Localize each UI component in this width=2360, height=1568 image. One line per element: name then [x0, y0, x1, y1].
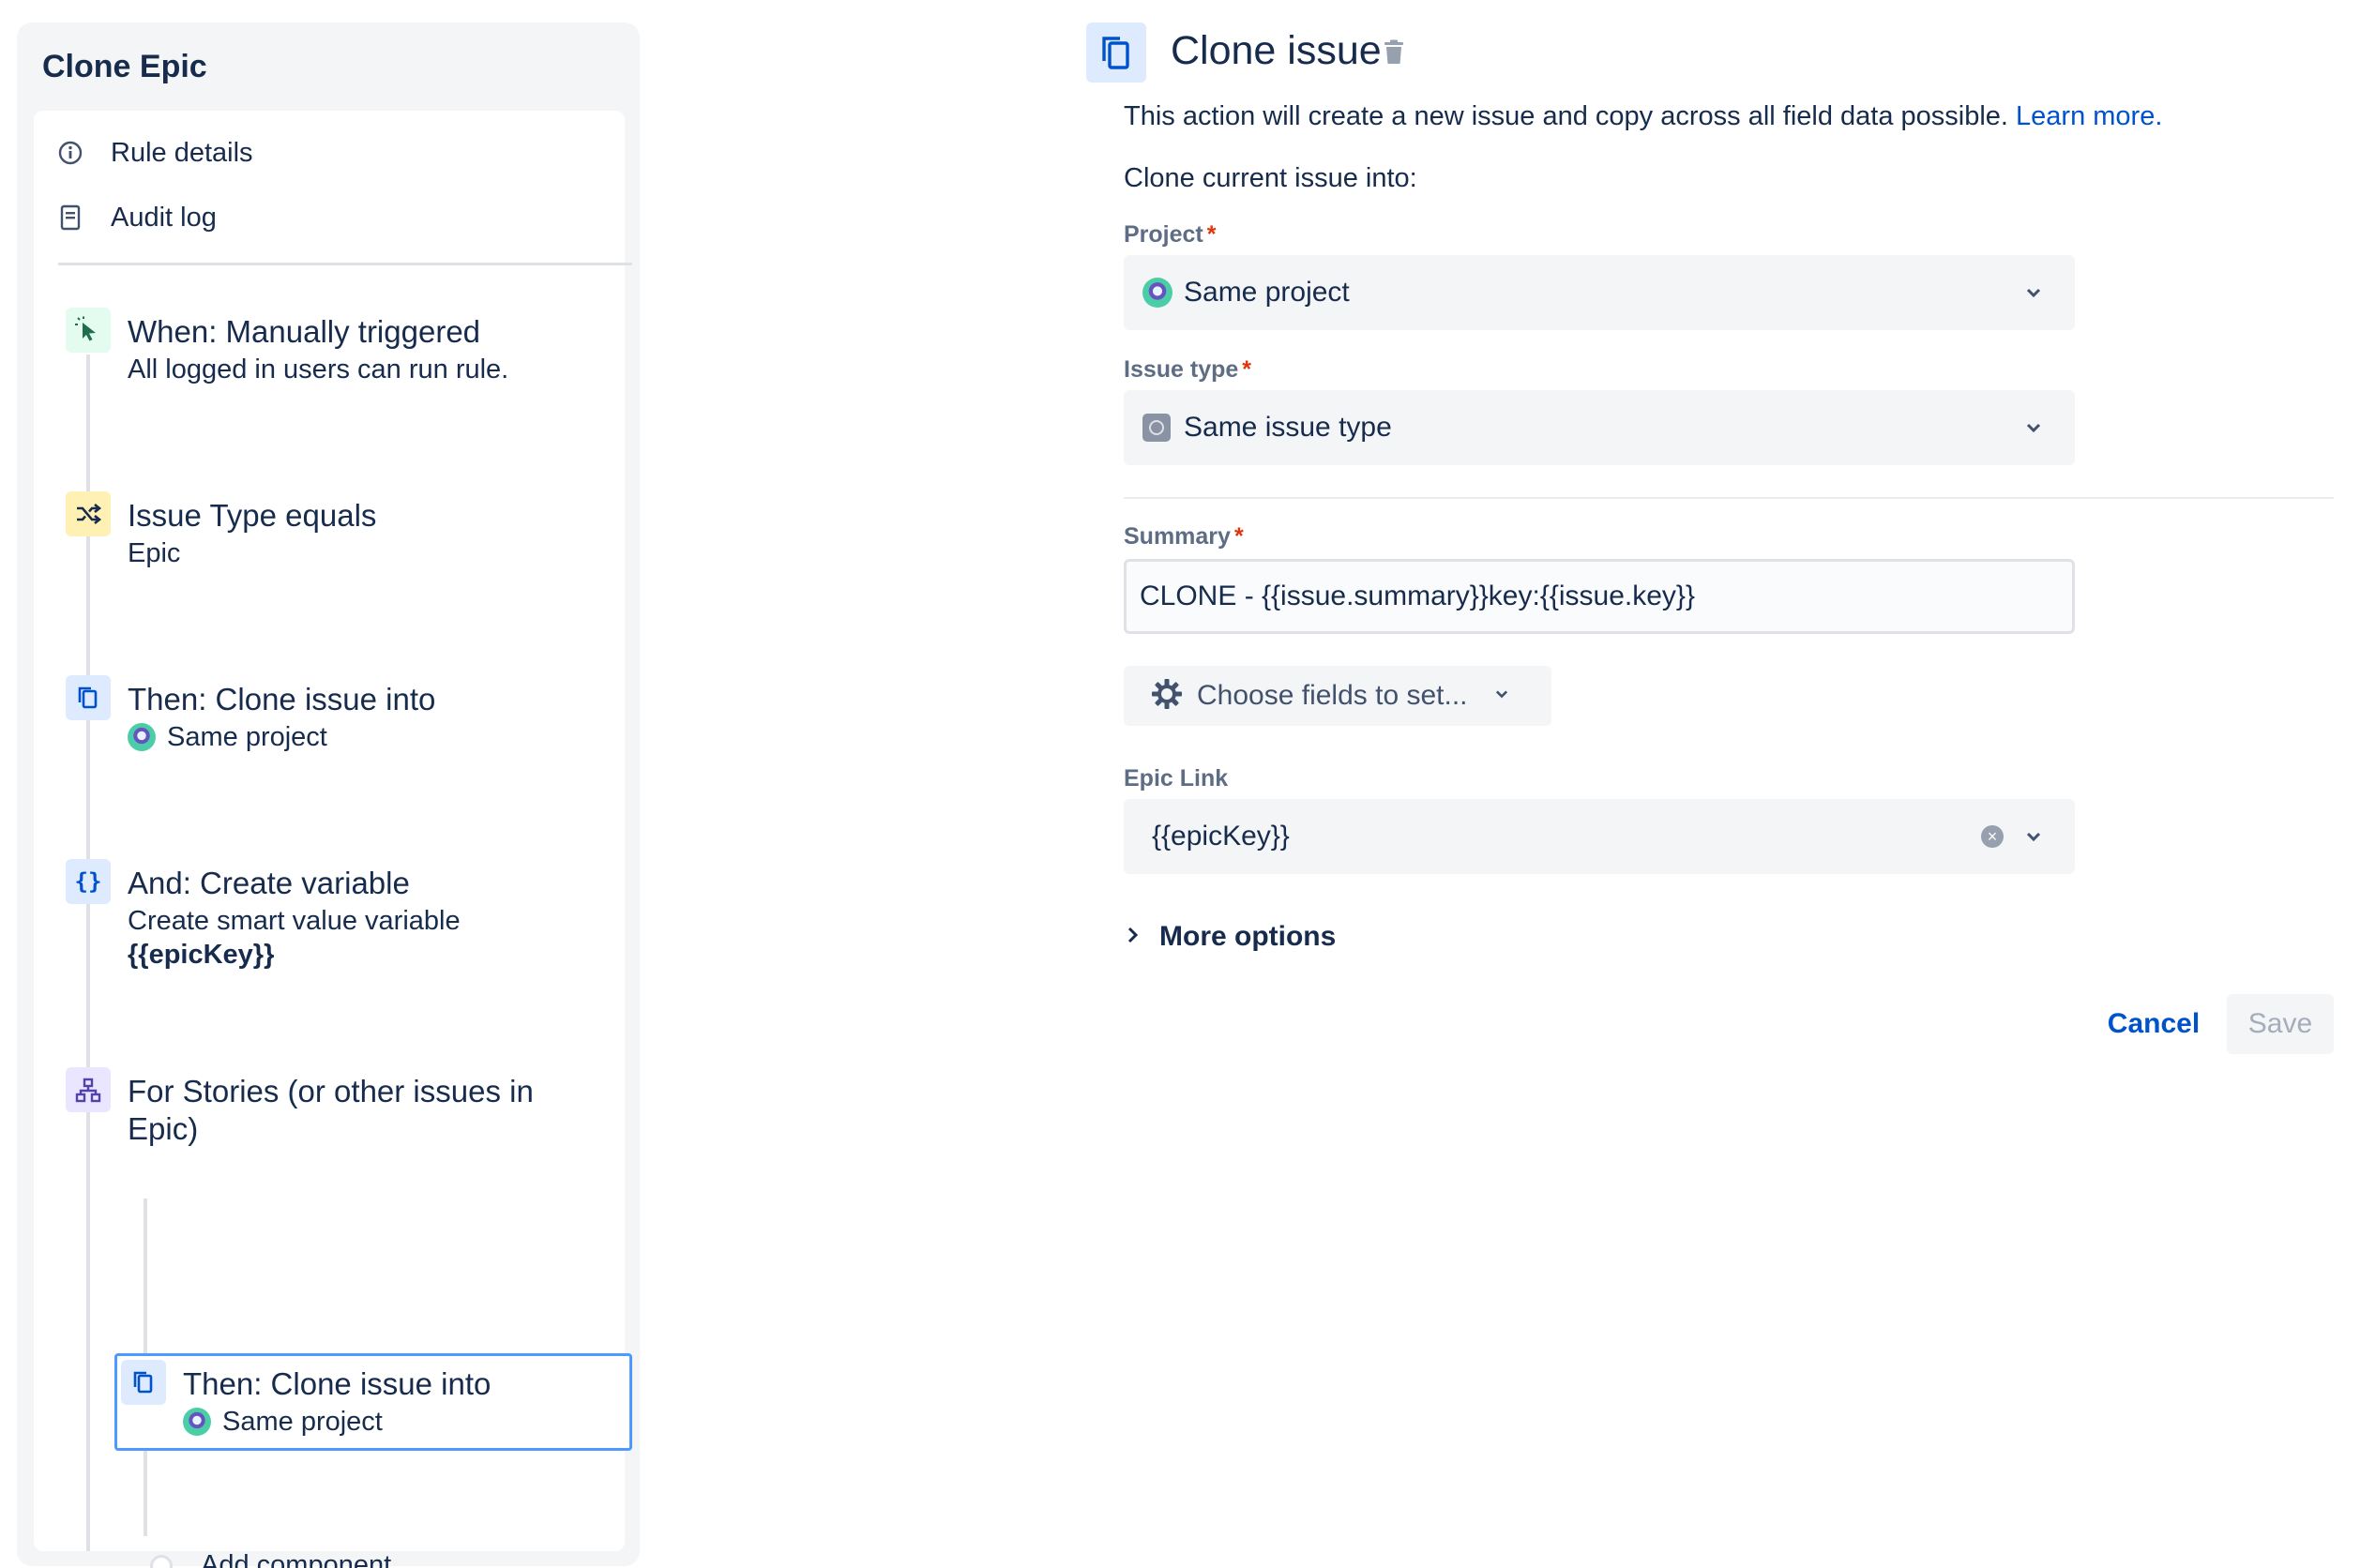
add-component-dot-icon: [150, 1554, 173, 1568]
summary-label-text: Summary: [1124, 523, 1231, 550]
chevron-down-icon: [2020, 823, 2047, 854]
project-avatar: [1142, 278, 1172, 308]
clear-icon[interactable]: ×: [1981, 825, 2004, 848]
menu-item-label: Audit log: [111, 202, 217, 233]
summary-input[interactable]: CLONE - {{issue.summary}}key:{{issue.key…: [1124, 559, 2075, 634]
gear-icon: [1150, 677, 1184, 716]
epic-link-label: Epic Link: [1124, 765, 1229, 792]
step-create-variable[interactable]: {} And: Create variable Create smart val…: [66, 859, 619, 981]
step-subtitle: Same project: [128, 720, 327, 754]
rule-card: Rule details Audit log When: Manually tr…: [34, 111, 632, 1568]
copy-icon: [1086, 23, 1146, 83]
document-icon: [56, 204, 84, 232]
braces-icon: {}: [66, 859, 111, 904]
step-clone-issue[interactable]: Then: Clone issue into Same project: [66, 675, 619, 778]
project-name: Same project: [167, 722, 327, 752]
step-title: For Stories (or other issues in: [128, 1074, 534, 1108]
issue-type-label-text: Issue type: [1124, 356, 1239, 383]
epic-link-value: {{epicKey}}: [1152, 821, 1290, 852]
cursor-click-icon: [66, 308, 111, 353]
step-title: When: Manually triggered: [128, 314, 481, 349]
step-title-continued: Epic): [128, 1111, 199, 1146]
clone-into-label: Clone current issue into:: [1124, 163, 1417, 193]
step-title: Issue Type equals: [128, 498, 377, 533]
add-component-label: Add component: [201, 1550, 392, 1568]
choose-fields-label: Choose fields to set...: [1197, 680, 1468, 711]
project-name: Same project: [222, 1407, 383, 1437]
epic-link-select[interactable]: {{epicKey}} ×: [1124, 799, 2075, 874]
required-marker: *: [1206, 221, 1217, 248]
copy-icon: [121, 1360, 166, 1405]
required-marker: *: [1242, 356, 1252, 383]
save-button[interactable]: Save: [2227, 994, 2334, 1054]
project-label-text: Project: [1124, 221, 1203, 248]
project-avatar: [183, 1408, 211, 1436]
step-clone-issue-selected[interactable]: Then: Clone issue into Same project: [114, 1353, 632, 1451]
variable-name: {{epicKey}}: [128, 940, 275, 970]
issue-type-select[interactable]: Same issue type: [1124, 390, 2075, 465]
description: This action will create a new issue and …: [1124, 101, 2162, 132]
shuffle-icon: [66, 491, 111, 536]
issue-type-label: Issue type *: [1124, 356, 1251, 384]
issue-type-icon: [1142, 414, 1171, 442]
more-options-label: More options: [1159, 921, 1337, 952]
learn-more-link[interactable]: Learn more.: [2016, 101, 2162, 131]
rule-title: Clone Epic: [42, 49, 207, 84]
step-subtitle: Same project: [183, 1405, 383, 1439]
info-icon: [56, 139, 84, 167]
summary-input-value: CLONE - {{issue.summary}}key:{{issue.key…: [1140, 580, 1695, 611]
choose-fields-button[interactable]: Choose fields to set...: [1124, 666, 1551, 726]
copy-icon: [66, 675, 111, 720]
more-options-toggle[interactable]: More options: [1124, 921, 1336, 953]
chevron-right-icon: [1124, 924, 1142, 951]
step-title: And: Create variable: [128, 866, 410, 900]
section-divider: [1124, 497, 2334, 499]
step-trigger[interactable]: When: Manually triggered All logged in u…: [66, 308, 619, 411]
menu-item-audit-log[interactable]: Audit log: [56, 194, 217, 241]
step-subtitle: All logged in users can run rule.: [128, 354, 509, 384]
cancel-button[interactable]: Cancel: [2088, 994, 2219, 1054]
required-marker: *: [1233, 523, 1244, 550]
step-title: Then: Clone issue into: [128, 682, 436, 716]
menu-item-label: Rule details: [111, 137, 253, 168]
chevron-down-icon: [2020, 279, 2047, 310]
chevron-down-icon: [2020, 415, 2047, 445]
step-content: Then: Clone issue into Same project: [121, 1360, 674, 1444]
issue-type-select-value: Same issue type: [1184, 412, 1392, 443]
menu-item-rule-details[interactable]: Rule details: [56, 129, 253, 176]
description-text: This action will create a new issue and …: [1124, 101, 2008, 131]
step-subtitle: Epic: [128, 538, 181, 568]
trash-icon[interactable]: [1383, 39, 1405, 70]
project-select[interactable]: Same project: [1124, 255, 2075, 330]
rule-panel: Clone Epic Rule details Audit log When: …: [17, 23, 640, 1568]
project-select-value: Same project: [1184, 277, 1350, 308]
add-component-button[interactable]: Add component: [150, 1550, 391, 1568]
project-label: Project *: [1124, 221, 1217, 249]
step-condition[interactable]: Issue Type equals Epic: [66, 491, 619, 595]
step-subtitle: Create smart value variable: [128, 906, 461, 936]
hierarchy-icon: [66, 1067, 111, 1112]
menu-divider: [58, 263, 632, 265]
config-title: Clone issue: [1171, 28, 1382, 73]
step-branch[interactable]: For Stories (or other issues in Epic): [66, 1067, 619, 1161]
project-avatar: [128, 723, 156, 751]
chevron-down-icon: [1490, 683, 1513, 710]
summary-label: Summary *: [1124, 523, 1244, 550]
step-title: Then: Clone issue into: [183, 1366, 492, 1401]
